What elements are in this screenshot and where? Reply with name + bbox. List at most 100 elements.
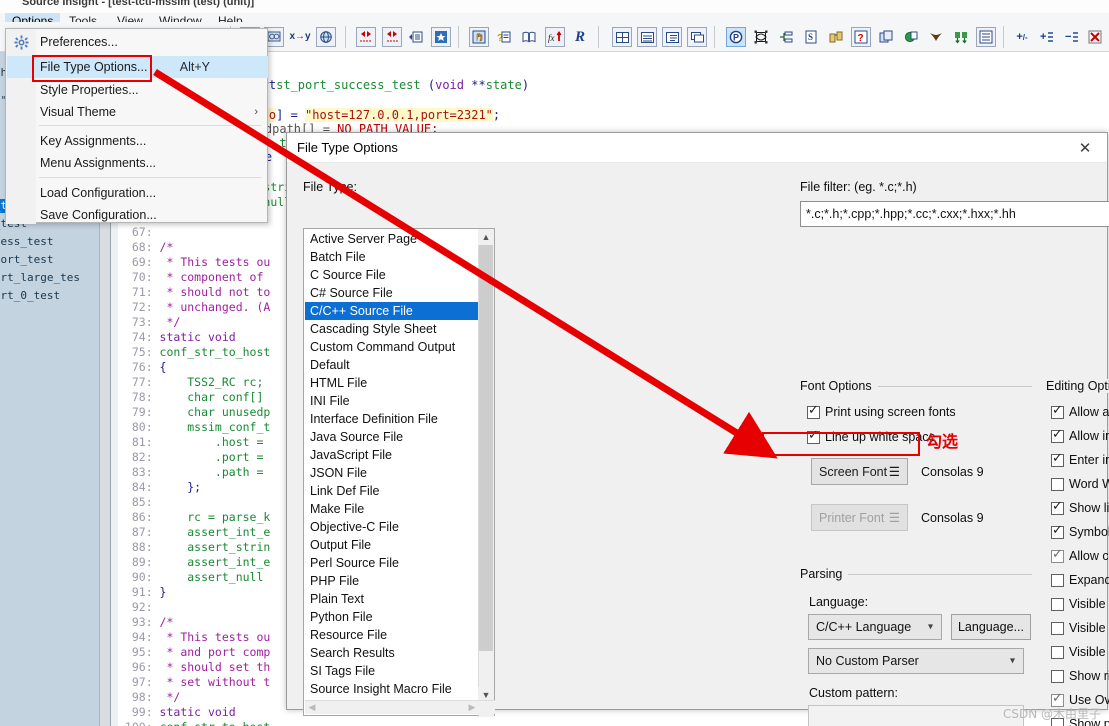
menu-item-preferences[interactable]: Preferences... — [7, 31, 268, 53]
refactor-icon[interactable] — [826, 27, 846, 47]
checkbox-symbol-window[interactable] — [1051, 523, 1064, 539]
checkbox-enter-inserts-new-line[interactable] — [1051, 451, 1064, 467]
checkbox-print-using-screen-fonts[interactable] — [807, 403, 820, 419]
indent-icon[interactable] — [776, 27, 796, 47]
globe-icon[interactable] — [901, 27, 921, 47]
checkbox-show-line-numbers[interactable] — [1051, 499, 1064, 515]
menu-item-load-configuration[interactable]: Load Configuration... — [7, 182, 268, 204]
menu-item-style-properties[interactable]: Style Properties... — [7, 79, 268, 101]
file-type-item-21[interactable]: Python File — [305, 608, 479, 626]
jump-to-def-icon[interactable] — [406, 27, 426, 47]
forward-jump-icon[interactable] — [382, 27, 402, 47]
help-symbol-icon[interactable]: ? — [851, 27, 871, 47]
printer-font-button[interactable]: Printer Font ☰ — [811, 504, 908, 531]
reference-icon[interactable] — [519, 27, 539, 47]
bird-icon[interactable] — [926, 27, 946, 47]
file-type-item-18[interactable]: Perl Source File — [305, 554, 479, 572]
checkbox-allow-intelligent-paste[interactable] — [1051, 427, 1064, 443]
close-icon[interactable]: ✕ — [1063, 133, 1107, 162]
file-type-item-17[interactable]: Output File — [305, 536, 479, 554]
bookmark-icon[interactable] — [431, 27, 451, 47]
menu-item-menu-assignments[interactable]: Menu Assignments... — [7, 152, 268, 174]
checkbox-show-right-margin[interactable] — [1051, 670, 1064, 683]
dialog-title-bar[interactable]: File Type Options ✕ — [287, 133, 1107, 163]
file-type-item-5[interactable]: Cascading Style Sheet — [305, 320, 479, 338]
checkbox-word-wrap[interactable] — [1051, 478, 1064, 491]
file-type-item-7[interactable]: Default — [305, 356, 479, 374]
file-type-item-3[interactable]: C# Source File — [305, 284, 479, 302]
back-jump-icon[interactable] — [356, 27, 376, 47]
scroll-up-icon[interactable]: ▲ — [478, 229, 494, 245]
file-type-item-12[interactable]: JavaScript File — [305, 446, 479, 464]
window-v-icon[interactable] — [662, 27, 682, 47]
custom-pattern-input[interactable] — [808, 705, 1024, 726]
file-type-item-16[interactable]: Objective-C File — [305, 518, 479, 536]
custom-parser-select[interactable]: No Custom Parser ▾ — [808, 648, 1024, 674]
screen-font-button[interactable]: Screen Font ☰ — [811, 458, 908, 485]
checkbox-allow-auto-complete[interactable] — [1051, 403, 1064, 419]
file-type-item-1[interactable]: Batch File — [305, 248, 479, 266]
file-type-item-24[interactable]: SI Tags File — [305, 662, 479, 680]
fx-icon[interactable]: fx — [545, 27, 565, 47]
cascade-icon[interactable] — [687, 27, 707, 47]
script-icon[interactable]: R — [570, 27, 590, 47]
window-clone-icon[interactable] — [876, 27, 896, 47]
file-type-item-25[interactable]: Source Insight Macro File — [305, 680, 479, 698]
file-type-item-14[interactable]: Link Def File — [305, 482, 479, 500]
language-select[interactable]: C/C++ Language ▾ — [808, 614, 942, 640]
sidebar-item-6[interactable]: no_port_test — [0, 253, 53, 267]
options-dropdown-menu[interactable]: Preferences... File Type Options... Alt+… — [5, 28, 268, 226]
sync-icon[interactable] — [951, 27, 971, 47]
file-type-item-15[interactable]: Make File — [305, 500, 479, 518]
file-type-item-9[interactable]: INI File — [305, 392, 479, 410]
source-icon[interactable]: S — [801, 27, 821, 47]
symbol-icon[interactable] — [751, 27, 771, 47]
list-icon[interactable] — [976, 27, 996, 47]
file-type-item-2[interactable]: C Source File — [305, 266, 479, 284]
file-type-item-10[interactable]: Interface Definition File — [305, 410, 479, 428]
scroll-right-icon[interactable]: ▶ — [465, 701, 479, 714]
sidebar-item-5[interactable]: success_test — [0, 235, 53, 249]
context-help-icon[interactable]: ? — [494, 27, 514, 47]
project-icon[interactable]: P — [726, 27, 746, 47]
menu-item-visual-theme[interactable]: Visual Theme › — [7, 101, 268, 123]
checkbox-visible-end-of-line[interactable] — [1051, 646, 1064, 659]
checkbox-expand-tabs-to-spaces[interactable] — [1051, 574, 1064, 587]
checkbox-visible-spaces[interactable] — [1051, 622, 1064, 635]
sidebar-item-8[interactable]: d_port_0_test — [0, 289, 60, 303]
language-button[interactable]: Language... — [951, 614, 1031, 640]
file-type-item-6[interactable]: Custom Command Output — [305, 338, 479, 356]
xy-icon[interactable]: x→y — [289, 27, 310, 47]
file-type-item-22[interactable]: Resource File — [305, 626, 479, 644]
file-type-item-23[interactable]: Search Results — [305, 644, 479, 662]
tile-icon[interactable] — [612, 27, 632, 47]
remove-line-icon[interactable]: − — [1062, 27, 1082, 47]
file-type-item-0[interactable]: Active Server Page — [305, 230, 479, 248]
sidebar-item-7[interactable]: d_port_large_tes — [0, 271, 80, 285]
menu-item-key-assignments[interactable]: Key Assignments... — [7, 130, 268, 152]
file-type-item-11[interactable]: Java Source File — [305, 428, 479, 446]
checkbox-line-up-white-space[interactable] — [807, 428, 820, 444]
file-type-horizontal-scrollbar[interactable]: ◀ ▶ — [305, 700, 495, 714]
www-icon[interactable] — [316, 27, 336, 47]
file-type-item-4[interactable]: C/C++ Source File — [305, 302, 479, 320]
file-type-item-19[interactable]: PHP File — [305, 572, 479, 590]
checkbox-visible-tabs[interactable] — [1051, 598, 1064, 611]
file-type-item-13[interactable]: JSON File — [305, 464, 479, 482]
file-type-listbox[interactable]: Active Server Page Batch File C Source F… — [303, 228, 495, 717]
delete-x-icon[interactable] — [1085, 27, 1105, 47]
window-h-icon[interactable] — [637, 27, 657, 47]
file-filter-input[interactable]: *.c;*.h;*.cpp;*.hpp;*.cc;*.cxx;*.hxx;*.h… — [800, 201, 1109, 227]
file-type-item-20[interactable]: Plain Text — [305, 590, 479, 608]
checkbox-allow-code-snippets[interactable] — [1051, 547, 1064, 563]
file-type-item-8[interactable]: HTML File — [305, 374, 479, 392]
add-line-icon[interactable]: + — [1037, 27, 1057, 47]
menu-item-file-type-options[interactable]: File Type Options... Alt+Y — [7, 56, 268, 78]
scrollbar-thumb[interactable] — [479, 245, 493, 651]
hand-icon[interactable] — [469, 27, 489, 47]
scroll-left-icon[interactable]: ◀ — [305, 701, 319, 714]
plus-minus-icon[interactable]: +/- — [1012, 27, 1032, 47]
menu-item-save-configuration[interactable]: Save Configuration... — [7, 204, 268, 226]
file-type-vertical-scrollbar[interactable]: ▲ ▼ — [478, 229, 494, 717]
sidebar-item-1[interactable]: n.h" — [0, 80, 1, 94]
